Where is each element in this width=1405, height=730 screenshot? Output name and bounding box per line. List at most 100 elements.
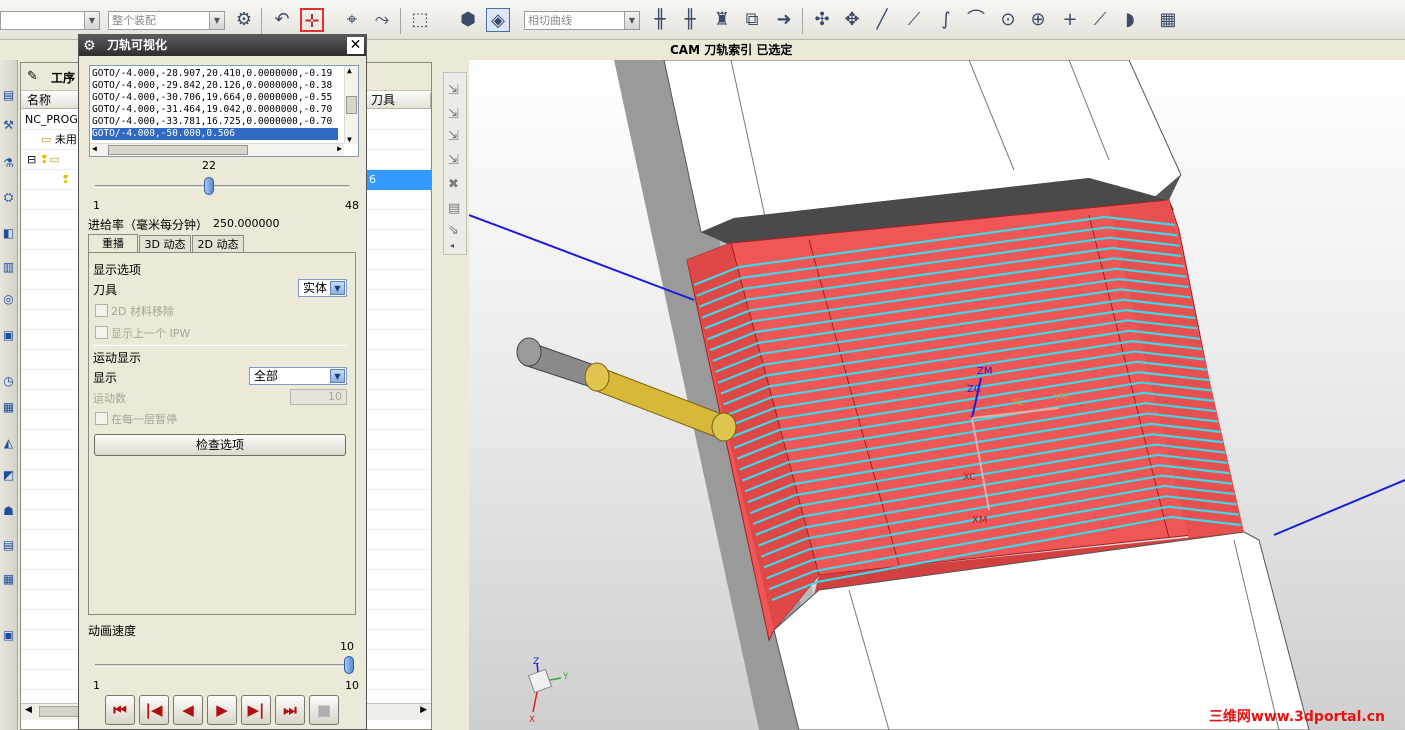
point-constructor-icon[interactable]: ✥ bbox=[840, 8, 864, 32]
gear-icon[interactable]: ⚙ bbox=[83, 36, 99, 55]
scroll-left-icon[interactable]: ◀ bbox=[25, 705, 32, 715]
curve-rule-combo[interactable]: 相切曲线 ▼ bbox=[524, 11, 640, 30]
arrow-icon[interactable]: ➜ bbox=[772, 8, 796, 32]
motion-slider-thumb[interactable] bbox=[203, 177, 214, 195]
dimension-2-icon[interactable]: ╫ bbox=[678, 8, 702, 32]
move-icon[interactable]: ⤳ bbox=[370, 8, 394, 32]
feature-icon[interactable]: ▣ bbox=[1, 328, 16, 343]
select-filter-icon[interactable]: ✛ bbox=[300, 8, 324, 32]
process-studio-icon[interactable]: ◩ bbox=[1, 468, 16, 483]
assembly-navigator-icon[interactable]: ⚗ bbox=[1, 156, 16, 171]
system-scenes-icon[interactable]: ▦ bbox=[1, 572, 16, 587]
circle-icon[interactable]: ⊙ bbox=[996, 8, 1020, 32]
operation-navigator-icon[interactable]: ▤ bbox=[1, 88, 16, 103]
snap-point-icon[interactable]: ⌖ bbox=[340, 8, 364, 32]
forward-to-end-button[interactable]: ⏭ bbox=[275, 695, 305, 725]
scroll-up-icon[interactable]: ▲ bbox=[347, 66, 352, 75]
dialog-titlebar[interactable]: ⚙ 刀轨可视化 ✕ bbox=[79, 35, 366, 56]
cross-icon[interactable]: + bbox=[1058, 8, 1082, 32]
dimension-icon[interactable]: ╫ bbox=[648, 8, 672, 32]
listbox-vscrollbar[interactable]: ▲ ▼ bbox=[344, 66, 358, 144]
undo-icon[interactable]: ↶ bbox=[270, 8, 294, 32]
replay-icon[interactable]: ⇲ bbox=[448, 107, 459, 122]
web-browser-icon[interactable]: ▦ bbox=[1, 400, 16, 415]
list-item[interactable]: GOTO/-4.000,-31.464,19.042,0.0000000,-0.… bbox=[92, 104, 338, 116]
scroll-right-icon[interactable]: ▶ bbox=[337, 144, 342, 153]
list-item[interactable]: GOTO/-4.000,-29.842,20.126,0.0000000,-0.… bbox=[92, 80, 338, 92]
rectangle-select-icon[interactable]: ⬚ bbox=[408, 8, 432, 32]
display-select[interactable]: 全部 ▼ bbox=[249, 367, 347, 385]
list-item-selected[interactable]: GOTO/-4.000,-50.000,0.506 bbox=[92, 128, 338, 140]
view-cube-icon[interactable]: ◈ bbox=[486, 8, 510, 32]
ellipse-icon[interactable]: ⊕ bbox=[1026, 8, 1050, 32]
step-back-button[interactable]: |◀ bbox=[139, 695, 169, 725]
2d-material-removal-checkbox[interactable] bbox=[95, 304, 108, 317]
workpiece-icon[interactable]: ⧉ bbox=[740, 8, 764, 32]
graphics-viewport[interactable]: ZM ZC YC YM XC XM Z Y X bbox=[469, 60, 1405, 730]
play-reverse-button[interactable]: ◀ bbox=[173, 695, 203, 725]
curve-icon[interactable]: ∫ bbox=[934, 8, 958, 32]
sketch-icon[interactable]: ◎ bbox=[1, 292, 16, 307]
roles-icon[interactable]: ☗ bbox=[1, 504, 16, 519]
manufacture-icon[interactable]: ♜ bbox=[710, 8, 734, 32]
generate-icon[interactable]: ⇲ bbox=[448, 83, 459, 98]
listbox-hscrollbar[interactable]: ◀ ▶ bbox=[90, 143, 344, 156]
arc-icon[interactable]: ⌒ bbox=[964, 8, 988, 32]
helix-icon[interactable]: ◗ bbox=[1118, 8, 1142, 32]
scroll-left-icon[interactable]: ◀ bbox=[92, 144, 97, 153]
constraint-navigator-icon[interactable]: ◧ bbox=[1, 226, 16, 241]
tab-3d-dynamic[interactable]: 3D 动态 bbox=[139, 235, 191, 253]
reuse-library-icon[interactable]: ▥ bbox=[1, 260, 16, 275]
list-item[interactable]: GOTO/-4.000,-28.907,20.410,0.0000000,-0.… bbox=[92, 68, 338, 80]
postprocess-icon[interactable]: ⇘ bbox=[448, 223, 459, 238]
stop-button[interactable]: ■ bbox=[309, 695, 339, 725]
assembly-filter-icon[interactable]: ⚙ bbox=[232, 8, 256, 32]
palette-icon[interactable]: ◭ bbox=[1, 436, 16, 451]
list-item[interactable]: GOTO/-4.000,-33.781,16.725,0.0000000,-0.… bbox=[92, 116, 338, 128]
shaded-solid-icon[interactable]: ⬢ bbox=[456, 8, 480, 32]
tool-library-icon[interactable]: ▣ bbox=[1, 628, 16, 643]
scroll-down-icon[interactable]: ▼ bbox=[347, 135, 352, 144]
part-navigator-icon[interactable]: ⛭ bbox=[1, 190, 16, 205]
rewind-to-start-button[interactable]: ⏮ bbox=[105, 695, 135, 725]
machine-tool-icon[interactable]: ⚒ bbox=[1, 118, 16, 133]
scroll-thumb[interactable] bbox=[39, 706, 79, 717]
point-set-icon[interactable]: ✣ bbox=[810, 8, 834, 32]
tab-2d-dynamic[interactable]: 2D 动态 bbox=[192, 235, 244, 253]
scroll-thumb[interactable] bbox=[346, 96, 357, 114]
system-materials-icon[interactable]: ▤ bbox=[1, 538, 16, 553]
check-options-button[interactable]: 检查选项 bbox=[94, 434, 346, 456]
close-button[interactable]: ✕ bbox=[347, 37, 364, 54]
polyline-icon[interactable]: ⟋ bbox=[902, 8, 926, 32]
show-previous-ipw-checkbox[interactable] bbox=[95, 326, 108, 339]
toolpath-listbox[interactable]: GOTO/-4.000,-28.907,20.410,0.0000000,-0.… bbox=[89, 65, 359, 157]
tab-replay[interactable]: 重播 bbox=[88, 234, 138, 253]
selected-tool-cell[interactable]: 6 bbox=[365, 170, 431, 190]
list-item[interactable]: GOTO/-4.000,-30.706,19.664,0.0000000,-0.… bbox=[92, 92, 338, 104]
pause-each-layer-checkbox[interactable] bbox=[95, 412, 108, 425]
step-forward-button[interactable]: ▶| bbox=[241, 695, 271, 725]
assembly-scope-combo[interactable]: 整个装配 ▼ bbox=[108, 11, 225, 30]
tool-display-select[interactable]: 实体 ▼ bbox=[298, 279, 347, 297]
pin-icon[interactable]: ✎ bbox=[27, 69, 38, 84]
column-tool[interactable]: 刀具 bbox=[365, 93, 431, 109]
selection-filter-combo[interactable]: ▼ bbox=[0, 11, 100, 30]
speed-slider-thumb[interactable] bbox=[344, 656, 354, 674]
delete-path-icon[interactable]: ✖ bbox=[448, 177, 459, 192]
line-icon[interactable]: ╱ bbox=[870, 8, 894, 32]
overflow-icon[interactable]: ◂ bbox=[450, 241, 454, 250]
motion-slider-track[interactable] bbox=[95, 185, 349, 188]
list-icon[interactable]: ⇲ bbox=[448, 153, 459, 168]
motion-count-input[interactable]: 10 bbox=[290, 389, 347, 405]
operation-toolbar-strip: ⇲ ⇲ ⇲ ⇲ ✖ ▤ ⇘ ◂ bbox=[443, 72, 467, 255]
endpoint-icon[interactable]: ⟋ bbox=[1088, 8, 1112, 32]
verify-icon[interactable]: ⇲ bbox=[448, 129, 459, 144]
history-icon[interactable]: ◷ bbox=[1, 374, 16, 389]
table-icon[interactable]: ▦ bbox=[1156, 8, 1180, 32]
speed-slider-track[interactable] bbox=[95, 664, 349, 667]
play-button[interactable]: ▶ bbox=[207, 695, 237, 725]
scroll-thumb[interactable] bbox=[108, 145, 248, 155]
machine-icon[interactable]: ▤ bbox=[448, 201, 460, 216]
scroll-right-icon[interactable]: ▶ bbox=[420, 705, 427, 715]
collapse-icon[interactable]: ⊟ bbox=[27, 153, 36, 166]
